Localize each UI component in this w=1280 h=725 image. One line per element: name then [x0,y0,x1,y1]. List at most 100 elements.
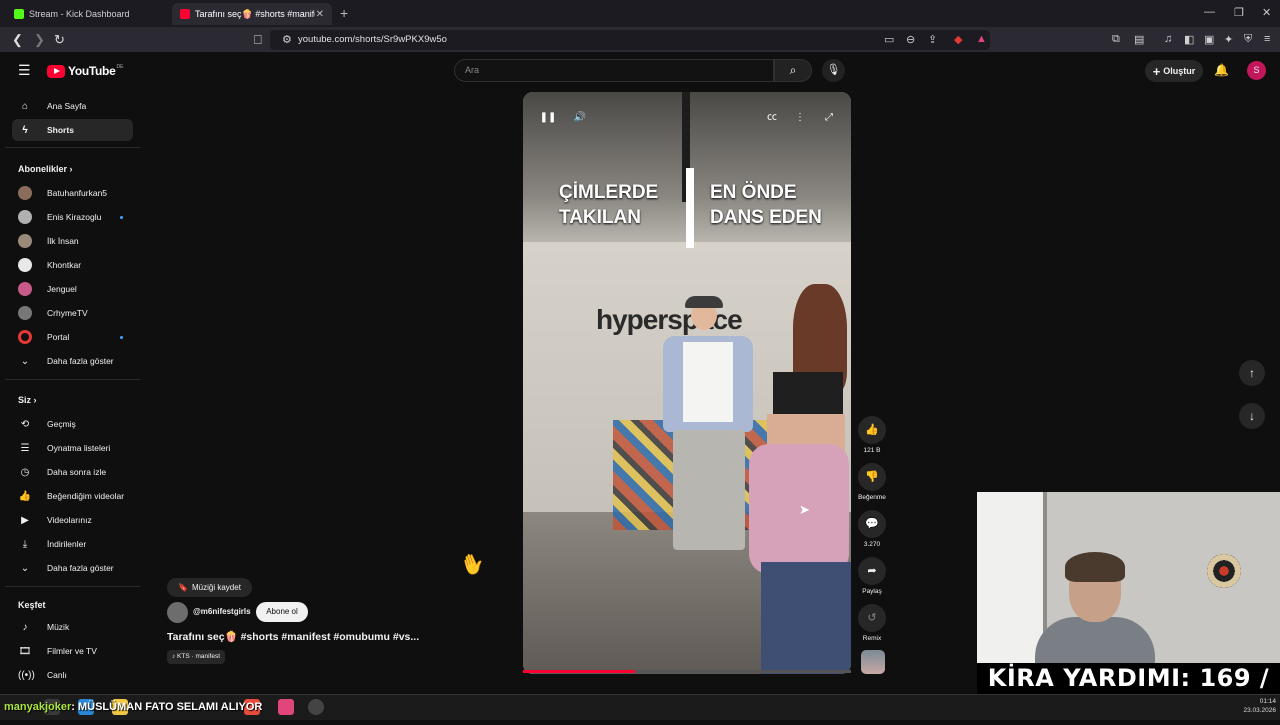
comments-button[interactable]: 💬 3.270 [858,510,886,548]
shorts-video-player[interactable]: hyperspace ÇİMLERDE TAKILAN EN ÖNDE DANS… [523,92,851,674]
tab-youtube-shorts[interactable]: Tarafını seç🍿 #shorts #manife ✕ [172,3,332,25]
share-icon[interactable]: ⇪ [928,33,937,46]
shield-extension-icon[interactable]: ◆ [954,33,962,46]
divider [5,586,140,587]
logo-text: YouTube [68,64,116,78]
save-music-label: Müziği kaydet [192,583,241,592]
sidebar-item-subscription[interactable]: Portal [12,326,133,348]
music-tag[interactable]: ♪ KTS · manifest [167,650,226,664]
channel-avatar[interactable] [167,602,188,623]
previous-video-button[interactable]: ↑ [1239,360,1265,386]
notifications-bell-icon[interactable]: 🔔 [1214,63,1229,77]
dislike-button[interactable]: 👎 Beğenme [858,463,886,501]
sidebar-item-music[interactable]: ♪ Müzik [12,616,133,638]
sidebar-item-watch-later[interactable]: ◷ Daha sonra izle [12,461,133,483]
captions-icon[interactable]: ㏄ [763,109,781,127]
channel-name[interactable]: @m6nifestgirls [193,607,251,616]
voice-search-button[interactable]: 🎙 [822,59,845,82]
more-options-icon[interactable]: ⋮ [791,109,809,127]
minimize-icon[interactable]: — [1204,6,1215,18]
channel-avatar [18,186,32,200]
history-icon: ⟲ [20,418,30,430]
sidebar-item-live[interactable]: ((•)) Canlı [12,664,133,686]
sidebar-item-label: Ana Sayfa [47,101,87,111]
thumbs-down-icon: 👎 [858,463,886,491]
sidebar-item-label: Daha fazla göster [47,356,114,366]
sidebar-item-playlists[interactable]: ☰ Oynatma listeleri [12,437,133,459]
tab-manager-icon[interactable]: ▤ [1134,33,1144,46]
sidebar-item-subscription[interactable]: Khontkar [12,254,133,276]
next-video-button[interactable]: ↓ [1239,403,1265,429]
search-input[interactable]: Ara [454,59,774,82]
sidebar-item-history[interactable]: ⟲ Geçmiş [12,413,133,435]
music-icon[interactable]: ♫ [1164,33,1172,45]
screen-icon[interactable]: ▭ [884,33,894,46]
new-tab-icon[interactable]: + [340,5,348,21]
fullscreen-icon[interactable]: ⤢ [820,109,838,127]
zoom-icon[interactable]: ⊖ [906,33,915,46]
sidebar-item-home[interactable]: ⌂ Ana Sayfa [12,95,133,117]
vpn-icon[interactable]: ⛨ [1244,33,1252,46]
site-info-icon[interactable]: ⚙ [282,33,292,46]
sidebar-item-label: Daha fazla göster [47,563,114,573]
close-window-icon[interactable]: ✕ [1262,6,1271,19]
show-more-you[interactable]: ⌄ Daha fazla göster [12,557,133,579]
user-avatar[interactable]: S [1247,61,1266,80]
reload-icon[interactable]: ↻ [54,32,65,48]
hamburger-menu-icon[interactable]: ☰ [18,62,31,79]
sound-thumbnail[interactable] [861,650,885,674]
close-tab-icon[interactable]: ✕ [316,9,324,20]
sidebar-item-label: İndirilenler [47,539,87,549]
clock-icon: ◷ [20,466,30,478]
sidebar-item-shorts[interactable]: ϟ Shorts [12,119,133,141]
sidebar-item-liked-videos[interactable]: 👍 Beğendiğim videolar [12,485,133,507]
divider [5,147,140,148]
ai-icon[interactable]: ✦ [1224,33,1233,46]
sidebar-item-label: Filmler ve TV [47,646,97,656]
sidebar-item-your-videos[interactable]: ▶ Videolarınız [12,509,133,531]
system-clock[interactable]: 01:14 23.03.2026 [1236,697,1276,715]
save-music-button[interactable]: 🔖 Müziği kaydet [167,578,252,597]
bookmark-icon[interactable]: ⎕ [254,32,262,48]
restore-icon[interactable]: ❐ [1234,6,1244,19]
show-more-subscriptions[interactable]: ⌄ Daha fazla göster [12,350,133,372]
sidebar-item-subscription[interactable]: Jenguel [12,278,133,300]
create-label: Oluştur [1163,66,1196,76]
wallet-icon[interactable]: ▣ [1204,33,1214,46]
search-button[interactable]: ⌕ [774,59,812,82]
pause-icon[interactable]: ❚❚ [539,109,557,127]
sidebar-item-subscription[interactable]: Enis Kirazoglu [12,206,133,228]
sidebar-item-movies[interactable]: 🎞 Filmler ve TV [12,640,133,662]
sidebar-item-label: Videolarınız [47,515,92,525]
sidebar-item-subscription[interactable]: İlk İnsan [12,230,133,252]
sidebar-icon[interactable]: ◧ [1184,33,1194,46]
forward-icon[interactable]: ❯ [34,32,45,48]
address-bar[interactable]: youtube.com/shorts/Sr9wPKX9w5o [270,30,990,50]
extensions-icon[interactable]: ⧉ [1112,33,1120,46]
subscribe-button[interactable]: Abone ol [256,602,308,622]
remix-button[interactable]: ↺ Remix [858,604,886,642]
youtube-logo[interactable]: YouTube DE [47,64,123,78]
tab-kick-dashboard[interactable]: Stream - Kick Dashboard [6,3,166,25]
video-title[interactable]: Tarafını seç🍿 #shorts #manifest #omubumu… [167,630,419,643]
back-icon[interactable]: ❮ [12,32,23,48]
caption-line: TAKILAN [559,207,641,228]
sidebar-item-downloads[interactable]: ⤓ İndirilenler [12,533,133,555]
music-icon: ♪ [22,621,28,633]
browser-taskbar-icon[interactable] [278,699,294,715]
menu-icon[interactable]: ≡ [1264,33,1270,45]
you-heading[interactable]: Siz › [18,395,37,405]
triangle-extension-icon[interactable]: ▲ [976,33,987,45]
like-button[interactable]: 👍 121 B [858,416,886,454]
video-progress-bar[interactable] [523,670,851,673]
sidebar-item-subscription[interactable]: CrhymeTV [12,302,133,324]
caption-divider [686,168,694,248]
browser-tab-bar: Stream - Kick Dashboard Tarafını seç🍿 #s… [0,0,1280,27]
share-button[interactable]: ➦ Paylaş [858,557,886,595]
volume-icon[interactable]: 🔊 [571,109,589,127]
create-button[interactable]: + Oluştur [1145,60,1203,82]
dancer-2-jeans [761,562,851,674]
sidebar-item-subscription[interactable]: Batuhanfurkan5 [12,182,133,204]
subscriptions-heading[interactable]: Abonelikler › [18,164,73,174]
obs-taskbar-icon[interactable] [308,699,324,715]
